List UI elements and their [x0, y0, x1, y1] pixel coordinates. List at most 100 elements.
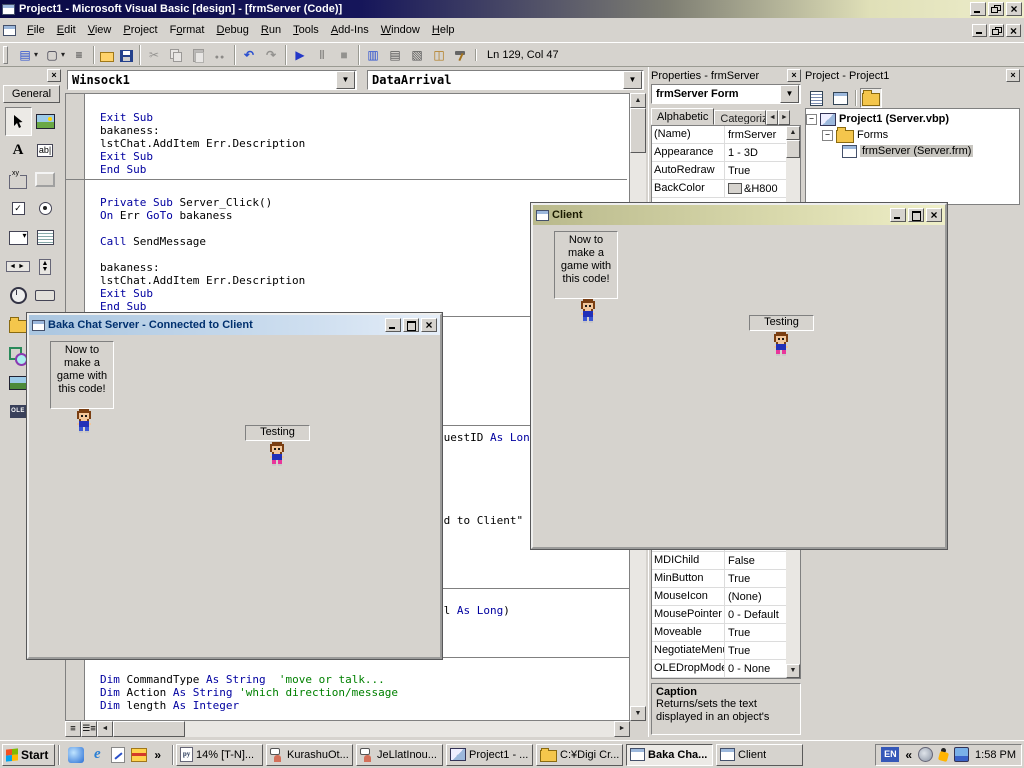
toolbox-button[interactable]: [451, 45, 471, 65]
toolbox-close-icon[interactable]: ×: [47, 69, 61, 82]
ide-titlebar[interactable]: Project1 - Microsoft Visual Basic [desig…: [0, 0, 1024, 18]
object-selector-combobox[interactable]: frmServer Form ▼: [651, 84, 801, 104]
start-button[interactable]: [290, 45, 310, 65]
tool-optionbutton[interactable]: [32, 194, 59, 223]
tool-drivelistbox[interactable]: [32, 281, 59, 310]
tray-chevron-icon[interactable]: «: [903, 748, 914, 762]
menu-run[interactable]: Run: [255, 21, 287, 39]
minimize-button[interactable]: [385, 318, 401, 332]
notepad-icon[interactable]: [111, 747, 125, 763]
client-form-window[interactable]: Client Now to make a game with this code…: [531, 203, 947, 549]
property-row[interactable]: MinButtonTrue: [652, 570, 786, 588]
menu-tools[interactable]: Tools: [287, 21, 325, 39]
tool-timer[interactable]: [5, 281, 32, 310]
procedure-combobox[interactable]: DataArrival ▼: [367, 70, 644, 90]
tool-hscrollbar[interactable]: ◄►: [5, 252, 32, 281]
property-row[interactable]: OLEDropMode0 - None: [652, 660, 786, 678]
save-button[interactable]: [118, 46, 135, 64]
tree-item-forms[interactable]: − Forms: [806, 127, 1019, 143]
taskbar-button[interactable]: JeLlatInou...: [356, 744, 443, 766]
open-button[interactable]: [98, 46, 116, 64]
language-indicator[interactable]: EN: [881, 747, 899, 762]
tool-vscrollbar[interactable]: ▲▼: [32, 252, 59, 281]
tool-listbox[interactable]: [32, 223, 59, 252]
close-button[interactable]: [1006, 2, 1022, 16]
minimize-button[interactable]: [970, 2, 986, 16]
mdi-close-button[interactable]: [1006, 24, 1021, 37]
view-code-button[interactable]: [805, 88, 827, 108]
toolbar-grip[interactable]: [3, 46, 8, 64]
add-form-button[interactable]: ▾: [42, 45, 67, 65]
tool-checkbox[interactable]: [5, 194, 32, 223]
full-module-view-button[interactable]: ☰≡: [81, 721, 97, 737]
tab-alphabetic[interactable]: Alphabetic: [651, 108, 714, 125]
menu-help[interactable]: Help: [426, 21, 461, 39]
break-button[interactable]: [312, 45, 332, 65]
toggle-folders-button[interactable]: [860, 88, 882, 108]
start-button[interactable]: Start: [2, 744, 55, 766]
tab-categorized[interactable]: Categorized: [714, 110, 766, 125]
redo-button[interactable]: [261, 45, 281, 65]
properties-titlebar[interactable]: Properties - frmServer ×: [649, 67, 803, 84]
code-horizontal-scrollbar[interactable]: ◄ ►: [97, 721, 630, 737]
close-button[interactable]: [421, 318, 437, 332]
tool-textbox[interactable]: ab|: [32, 136, 59, 165]
project-titlebar[interactable]: Project - Project1 ×: [803, 67, 1022, 84]
maximize-button[interactable]: [908, 208, 924, 222]
object-combobox[interactable]: Winsock1 ▼: [67, 70, 357, 90]
form-layout-button[interactable]: [407, 45, 427, 65]
restore-button[interactable]: [988, 2, 1004, 16]
scroll-right-icon[interactable]: ►: [614, 721, 630, 737]
cut-button[interactable]: [144, 45, 164, 65]
more-chevron-icon[interactable]: »: [152, 748, 163, 762]
property-row[interactable]: AutoRedrawTrue: [652, 162, 786, 180]
menu-debug[interactable]: Debug: [210, 21, 254, 39]
collapse-icon[interactable]: −: [822, 130, 833, 141]
end-button[interactable]: [334, 45, 354, 65]
tool-pointer[interactable]: [5, 107, 32, 136]
scroll-up-icon[interactable]: ▲: [630, 93, 646, 108]
undo-button[interactable]: [239, 45, 259, 65]
scrollbar-thumb[interactable]: [786, 140, 800, 158]
mdi-minimize-button[interactable]: [972, 24, 987, 37]
menu-edit[interactable]: Edit: [51, 21, 82, 39]
chevron-down-icon[interactable]: ▼: [780, 85, 799, 103]
tree-item-frmserver[interactable]: frmServer (Server.frm): [806, 143, 1019, 159]
tool-label[interactable]: A: [5, 136, 32, 165]
tree-item-project[interactable]: − Project1 (Server.vbp): [806, 111, 1019, 127]
toolbox-tab-general[interactable]: General: [3, 85, 60, 103]
menu-format[interactable]: Format: [164, 21, 211, 39]
property-row[interactable]: BackColor&H800: [652, 180, 786, 198]
menu-addins[interactable]: Add-Ins: [325, 21, 375, 39]
taskbar-button[interactable]: 14% [T-N]...: [176, 744, 263, 766]
view-object-button[interactable]: [829, 88, 851, 108]
minimize-button[interactable]: [890, 208, 906, 222]
menu-window[interactable]: Window: [375, 21, 426, 39]
outlook-express-icon[interactable]: [68, 747, 84, 763]
server-titlebar[interactable]: Baka Chat Server - Connected to Client: [29, 315, 440, 335]
scroll-up-icon[interactable]: ▲: [786, 126, 800, 140]
client-titlebar[interactable]: Client: [533, 205, 945, 225]
menu-file[interactable]: File: [21, 21, 51, 39]
taskbar-button[interactable]: C:¥Digi Cr...: [536, 744, 623, 766]
messenger-tray-icon[interactable]: [954, 747, 969, 762]
property-row[interactable]: MousePointer0 - Default: [652, 606, 786, 624]
taskbar-button[interactable]: KurashuOt...: [266, 744, 353, 766]
object-browser-button[interactable]: [429, 45, 449, 65]
close-button[interactable]: [926, 208, 942, 222]
tool-commandbutton[interactable]: [32, 165, 59, 194]
menu-project[interactable]: Project: [117, 21, 163, 39]
menu-editor-button[interactable]: [69, 45, 89, 65]
property-row[interactable]: MoveableTrue: [652, 624, 786, 642]
taskbar-button[interactable]: Project1 - ...: [446, 744, 533, 766]
collapse-icon[interactable]: −: [806, 114, 817, 125]
property-row[interactable]: (Name)frmServer: [652, 126, 786, 144]
tab-scroll-left-icon[interactable]: ◄: [766, 110, 778, 125]
scroll-down-icon[interactable]: ▼: [786, 664, 800, 678]
scroll-left-icon[interactable]: ◄: [97, 721, 113, 737]
package-icon[interactable]: [131, 748, 147, 762]
scroll-down-icon[interactable]: ▼: [630, 706, 646, 721]
tab-scroll-right-icon[interactable]: ►: [778, 110, 790, 125]
internet-explorer-icon[interactable]: e: [89, 747, 105, 763]
chevron-down-icon[interactable]: ▼: [623, 71, 642, 89]
